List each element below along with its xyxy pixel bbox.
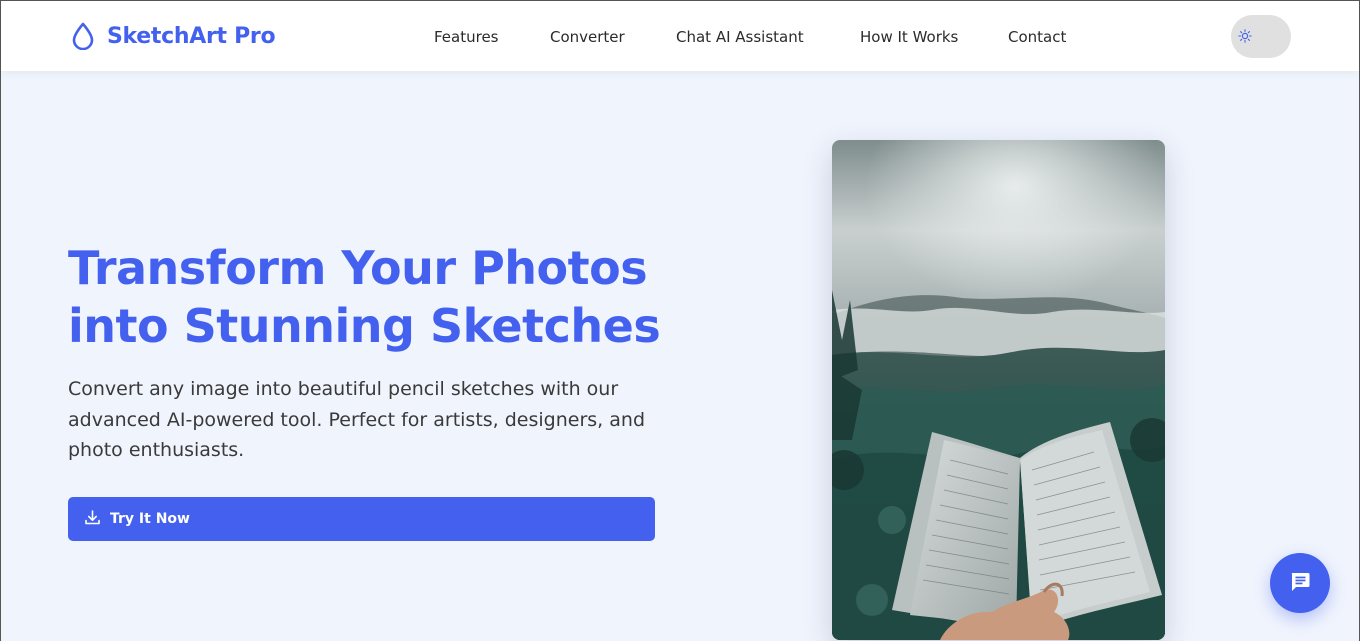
- nav-link-converter[interactable]: Converter: [550, 26, 676, 48]
- hero-image-open-book-forest: [832, 140, 1165, 640]
- sun-icon: [1236, 27, 1254, 45]
- download-icon: [84, 509, 101, 530]
- nav-link-features[interactable]: Features: [434, 26, 550, 48]
- theme-toggle[interactable]: [1231, 15, 1291, 58]
- nav-link-how-it-works[interactable]: How It Works: [860, 26, 1008, 48]
- droplet-icon: [69, 21, 97, 51]
- hero-description: Convert any image into beautiful pencil …: [68, 378, 646, 461]
- hero-title-line-2: into Stunning Sketches: [68, 299, 661, 353]
- site-header: SketchArt Pro Features Converter Chat AI…: [1, 1, 1359, 71]
- chat-assistant-button[interactable]: [1270, 553, 1330, 613]
- main-nav: Features Converter Chat AI Assistant How…: [434, 26, 1088, 48]
- try-it-now-label: Try It Now: [110, 511, 190, 527]
- chat-bubble-icon: [1288, 570, 1312, 597]
- nav-link-contact[interactable]: Contact: [1008, 26, 1088, 48]
- nav-link-chat-ai-assistant[interactable]: Chat AI Assistant: [676, 26, 860, 48]
- try-it-now-button[interactable]: Try It Now: [68, 497, 655, 541]
- page: SketchArt Pro Features Converter Chat AI…: [0, 0, 1360, 641]
- brand-logo-link[interactable]: SketchArt Pro: [69, 21, 276, 51]
- brand-name: SketchArt Pro: [107, 23, 276, 49]
- hero-title: Transform Your Photos into Stunning Sket…: [68, 239, 688, 355]
- hero-title-line-1: Transform Your Photos: [68, 241, 648, 295]
